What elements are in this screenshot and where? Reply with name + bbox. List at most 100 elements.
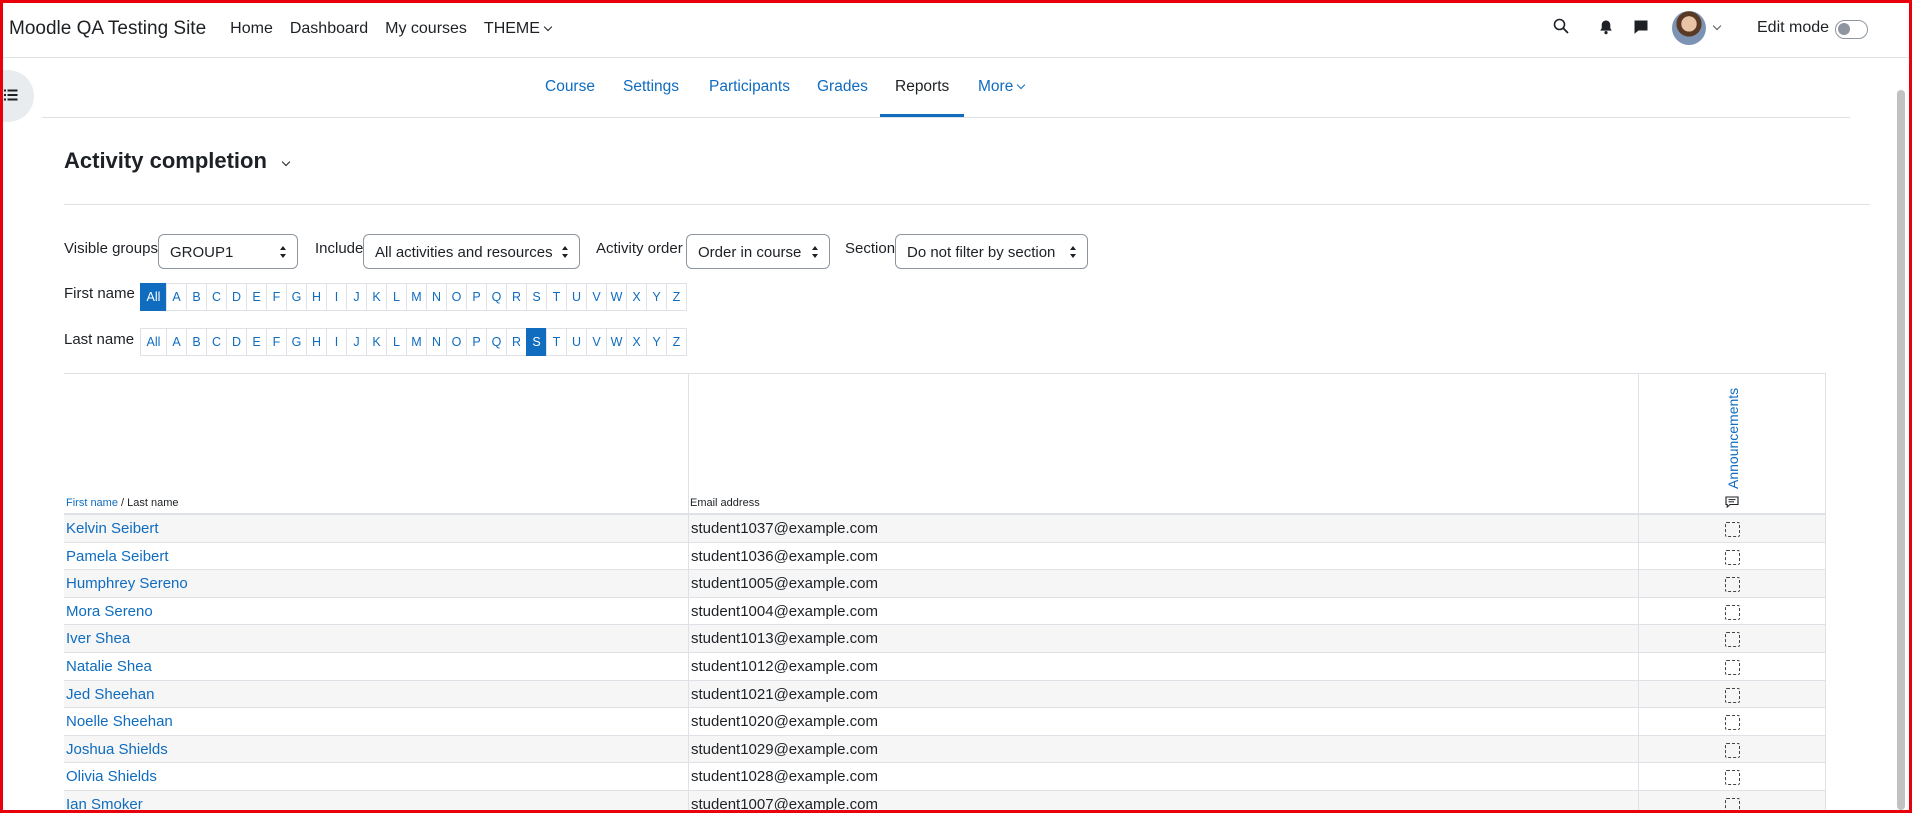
first-name-initial-w[interactable]: W [606,283,627,311]
tab-more[interactable]: More [978,78,1026,96]
last-name-initial-l[interactable]: L [386,328,407,356]
last-name-initial-x[interactable]: X [626,328,647,356]
first-name-initial-f[interactable]: F [266,283,287,311]
last-name-initial-w[interactable]: W [606,328,627,356]
completion-status-icon[interactable] [1725,659,1740,675]
first-name-initial-b[interactable]: B [186,283,207,311]
first-name-initial-t[interactable]: T [546,283,567,311]
completion-status-icon[interactable] [1725,522,1740,537]
first-name-initial-u[interactable]: U [566,283,587,311]
last-name-initial-b[interactable]: B [186,328,207,356]
user-name-link[interactable]: Olivia Shields [66,768,157,785]
user-avatar[interactable] [1672,11,1706,45]
last-name-initial-p[interactable]: P [466,328,487,356]
user-name-link[interactable]: Jed Sheehan [66,686,154,703]
last-name-initial-j[interactable]: J [346,328,367,356]
nav-home[interactable]: Home [230,20,273,38]
sort-first-name-link[interactable]: First name [66,497,118,509]
last-name-initial-q[interactable]: Q [486,328,507,356]
first-name-initial-h[interactable]: H [306,283,327,311]
last-name-initial-h[interactable]: H [306,328,327,356]
completion-status-icon[interactable] [1725,632,1740,648]
course-index-toggle[interactable] [0,70,34,122]
last-name-initial-k[interactable]: K [366,328,387,356]
first-name-initial-v[interactable]: V [586,283,607,311]
activity-announcements-link[interactable]: Announcements [1725,388,1741,489]
last-name-initial-all[interactable]: All [140,328,167,356]
first-name-initial-y[interactable]: Y [646,283,667,311]
completion-status-icon[interactable] [1725,742,1740,758]
user-name-link[interactable]: Natalie Shea [66,658,152,675]
scrollbar-thumb[interactable] [1897,90,1905,810]
tab-course[interactable]: Course [545,78,595,96]
first-name-initial-k[interactable]: K [366,283,387,311]
first-name-initial-q[interactable]: Q [486,283,507,311]
report-selector-chevron-icon[interactable] [281,157,291,167]
tab-settings[interactable]: Settings [623,78,679,96]
first-name-initial-a[interactable]: A [166,283,187,311]
first-name-initial-all[interactable]: All [140,283,167,311]
activity-order-select[interactable]: Order in course [686,234,830,269]
last-name-initial-n[interactable]: N [426,328,447,356]
last-name-initial-r[interactable]: R [506,328,527,356]
nav-theme[interactable]: THEME [484,20,553,38]
last-name-initial-o[interactable]: O [446,328,467,356]
last-name-initial-g[interactable]: G [286,328,307,356]
user-name-link[interactable]: Kelvin Seibert [66,520,159,537]
user-name-link[interactable]: Mora Sereno [66,603,153,620]
site-brand[interactable]: Moodle QA Testing Site [9,18,206,40]
first-name-initial-l[interactable]: L [386,283,407,311]
completion-status-icon[interactable] [1725,715,1740,731]
user-name-link[interactable]: Ian Smoker [66,796,143,813]
nav-my-courses[interactable]: My courses [385,20,467,38]
first-name-initial-r[interactable]: R [506,283,527,311]
sort-last-name-link[interactable]: Last name [127,497,178,509]
section-select[interactable]: Do not filter by section [895,234,1088,269]
last-name-initial-v[interactable]: V [586,328,607,356]
page-scrollbar[interactable] [1893,58,1909,810]
last-name-initial-c[interactable]: C [206,328,227,356]
first-name-initial-i[interactable]: I [326,283,347,311]
completion-status-icon[interactable] [1725,577,1740,593]
user-name-link[interactable]: Humphrey Sereno [66,575,188,592]
last-name-initial-y[interactable]: Y [646,328,667,356]
completion-status-icon[interactable] [1725,770,1740,786]
bell-icon[interactable] [1598,19,1614,35]
last-name-initial-t[interactable]: T [546,328,567,356]
user-name-link[interactable]: Noelle Sheehan [66,713,173,730]
last-name-initial-d[interactable]: D [226,328,247,356]
groups-select[interactable]: GROUP1 [158,234,298,269]
user-name-link[interactable]: Pamela Seibert [66,548,169,565]
last-name-initial-z[interactable]: Z [666,328,687,356]
last-name-initial-u[interactable]: U [566,328,587,356]
edit-mode-toggle[interactable] [1835,20,1868,39]
completion-status-icon[interactable] [1725,549,1740,565]
last-name-initial-e[interactable]: E [246,328,267,356]
first-name-initial-n[interactable]: N [426,283,447,311]
first-name-initial-c[interactable]: C [206,283,227,311]
last-name-initial-a[interactable]: A [166,328,187,356]
first-name-initial-d[interactable]: D [226,283,247,311]
first-name-initial-m[interactable]: M [406,283,427,311]
include-select[interactable]: All activities and resources [363,234,580,269]
messages-icon[interactable] [1633,19,1649,35]
page-title[interactable]: Activity completion [64,148,267,174]
last-name-initial-i[interactable]: I [326,328,347,356]
tab-grades[interactable]: Grades [817,78,868,96]
nav-dashboard[interactable]: Dashboard [290,20,368,38]
first-name-initial-s[interactable]: S [526,283,547,311]
completion-status-icon[interactable] [1725,687,1740,703]
tab-reports[interactable]: Reports [895,78,949,96]
search-icon[interactable] [1553,18,1569,34]
completion-status-icon[interactable] [1725,604,1740,620]
first-name-initial-z[interactable]: Z [666,283,687,311]
last-name-initial-s[interactable]: S [526,328,547,356]
first-name-initial-p[interactable]: P [466,283,487,311]
completion-status-icon[interactable] [1725,797,1740,813]
first-name-initial-g[interactable]: G [286,283,307,311]
first-name-initial-o[interactable]: O [446,283,467,311]
user-name-link[interactable]: Iver Shea [66,630,130,647]
last-name-initial-m[interactable]: M [406,328,427,356]
first-name-initial-j[interactable]: J [346,283,367,311]
user-name-link[interactable]: Joshua Shields [66,741,168,758]
